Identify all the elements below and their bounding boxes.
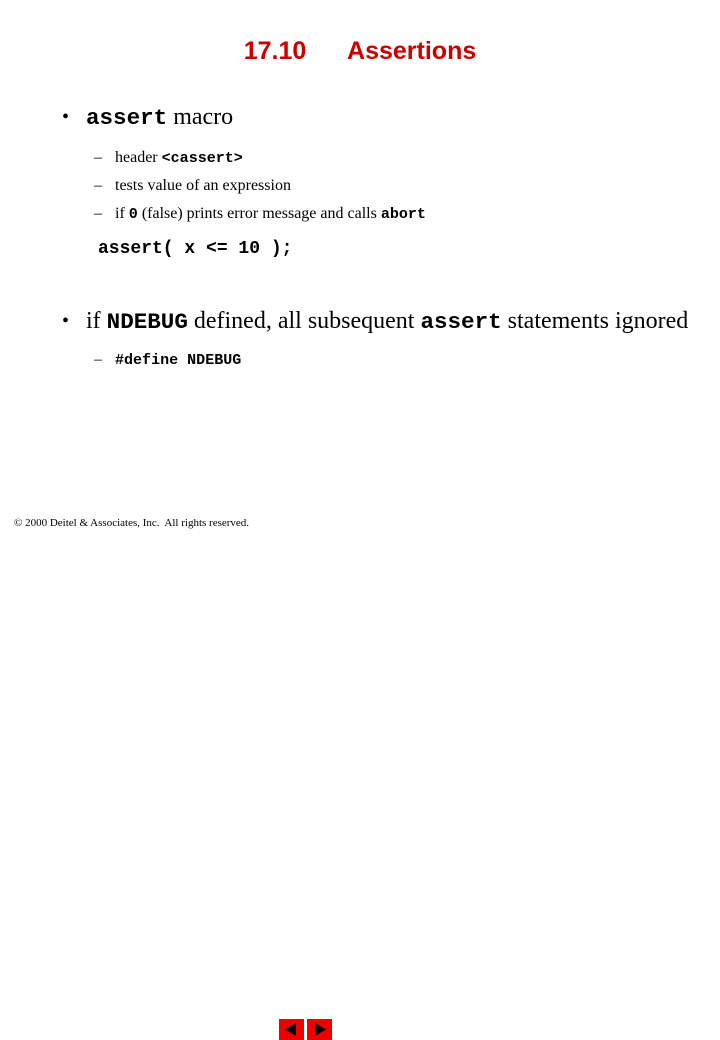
code-snippet: assert( x <= 10 ); xyxy=(98,239,293,259)
triangle-right-icon xyxy=(307,1019,332,1040)
bullet-item: • assert macro xyxy=(0,100,720,136)
sub-bullet-item: – if 0 (false) prints error message and … xyxy=(0,200,720,228)
bullet-item: • if NDEBUG defined, all subsequent asse… xyxy=(0,304,720,340)
sub-bullet-item: – tests value of an expression xyxy=(0,172,720,200)
slide: 17.10 Assertions • assert macro – header… xyxy=(0,0,720,1040)
bullet-marker: • xyxy=(62,310,70,332)
bullet-text-segment: macro xyxy=(167,104,234,130)
sub-bullet-marker: – xyxy=(94,177,102,194)
bullet-marker: • xyxy=(62,106,70,128)
sub-bullet-text-segment: (false) prints error message and calls xyxy=(137,205,381,222)
bullet-code-segment: NDEBUG xyxy=(106,309,188,335)
sub-bullet-code-segment: abort xyxy=(380,205,426,223)
bullet-text-segment: assert xyxy=(86,105,168,131)
triangle-left-icon xyxy=(279,1019,304,1040)
sub-bullet-code-segment: #define NDEBUG xyxy=(115,351,242,369)
sub-bullet-text-segment: if xyxy=(115,205,129,222)
next-slide-button[interactable] xyxy=(307,1019,332,1040)
sub-bullet-marker: – xyxy=(94,149,102,166)
sub-bullet-item: – header <cassert> xyxy=(0,144,720,172)
bullet-code-segment: assert xyxy=(420,309,502,335)
bullet-text-segment: defined, all subsequent xyxy=(187,308,421,334)
bullet-text-segment: if xyxy=(86,308,107,334)
sub-bullet-marker: – xyxy=(94,351,102,368)
sub-bullet-text-segment: tests value of an expression xyxy=(115,177,291,194)
bullet-text-segment: statements ignored xyxy=(501,308,689,334)
footer: © 2000 Deitel & Associates, Inc. All rig… xyxy=(0,506,720,1040)
sub-bullet-text-segment: header xyxy=(115,149,162,166)
sub-bullet-code-segment: <cassert> xyxy=(161,149,243,167)
sub-bullet-item: – #define NDEBUG xyxy=(0,346,720,374)
previous-slide-button[interactable] xyxy=(279,1019,304,1040)
copyright-notice: © 2000 Deitel & Associates, Inc. All rig… xyxy=(14,517,250,529)
sub-bullet-marker: – xyxy=(94,205,102,222)
slide-body: • assert macro – header <cassert> – test… xyxy=(0,100,720,374)
sub-bullet-code-segment: 0 xyxy=(128,205,138,223)
page-title: 17.10 Assertions xyxy=(243,37,477,65)
